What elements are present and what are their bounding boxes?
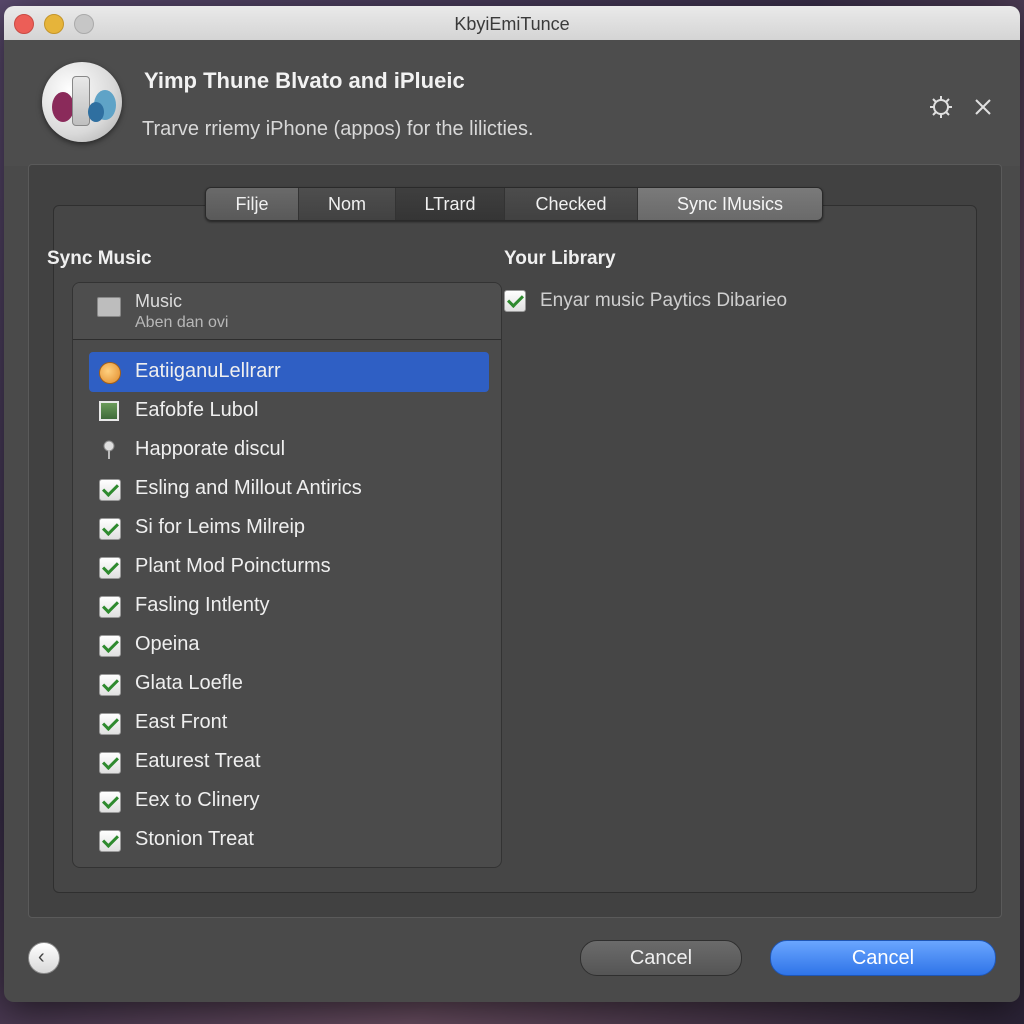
sync-window: KbyiEmiTunce Yimp Thune Blvato and iPlue… <box>4 6 1020 1002</box>
list-item[interactable]: Fasling Intlenty <box>89 586 489 626</box>
checkbox[interactable] <box>99 635 121 657</box>
list-item-label: Eafobfe Lubol <box>135 399 259 421</box>
list-item[interactable]: Plant Mod Poincturms <box>89 547 489 587</box>
checkbox[interactable] <box>99 596 121 618</box>
library-option[interactable]: Enyar music Paytics Dibarieo <box>504 288 904 316</box>
list-item[interactable]: Glata Loefle <box>89 664 489 704</box>
dialog-subtitle: Trarve rriemy iPhone (appos) for the lil… <box>142 118 534 140</box>
list-item-label: Plant Mod Poincturms <box>135 555 331 577</box>
list-item-label: Opeina <box>135 633 200 655</box>
title-bar: KbyiEmiTunce <box>4 6 1020 41</box>
list-item-label: Glata Loefle <box>135 672 243 694</box>
list-item[interactable]: Happorate discul <box>89 430 489 470</box>
list-item[interactable]: Eafobfe Lubol <box>89 391 489 431</box>
list-item[interactable]: Eex to Clinery <box>89 781 489 821</box>
dialog-title: Yimp Thune Blvato and iPlueic <box>144 68 465 93</box>
list-item-label: Si for Leims Milreip <box>135 516 306 538</box>
list-item[interactable]: East Front <box>89 703 489 743</box>
list-item-label: Esling and Millout Antirics <box>135 477 362 499</box>
list-item-label: Eex to Clinery <box>135 789 260 811</box>
list-item[interactable]: Esling and Millout Antirics <box>89 469 489 509</box>
checkbox[interactable] <box>99 557 121 579</box>
checkbox[interactable] <box>99 479 121 501</box>
tab-file[interactable]: Filje <box>206 188 299 220</box>
your-library-heading: Your Library <box>504 248 616 269</box>
list-item[interactable]: Si for Leims Milreip <box>89 508 489 548</box>
window-title: KbyiEmiTunce <box>454 14 570 34</box>
cancel-button[interactable]: Cancel <box>580 940 742 976</box>
sync-music-heading: Sync Music <box>47 248 152 269</box>
list-header: Music Aben dan ovi <box>73 283 501 340</box>
list-item-label: EatiiganuLellrarr <box>135 360 281 382</box>
music-list[interactable]: Music Aben dan ovi EatiiganuLellrarr Eaf… <box>72 282 502 868</box>
tab-sync-musics[interactable]: Sync IMusics <box>638 188 822 220</box>
list-item[interactable]: Stonion Treat <box>89 820 489 860</box>
list-header-label: Music <box>135 291 183 311</box>
tab-nom[interactable]: Nom <box>299 188 396 220</box>
tab-bar: Filje Nom LTrard Checked Sync IMusics <box>205 187 823 221</box>
checkbox[interactable] <box>99 674 121 696</box>
library-option-label: Enyar music Paytics Dibarieo <box>540 290 788 311</box>
checkbox[interactable] <box>99 752 121 774</box>
list-item[interactable]: Opeina <box>89 625 489 665</box>
back-button[interactable]: ‹ <box>28 942 60 974</box>
music-folder-icon <box>97 297 121 317</box>
checkbox[interactable] <box>99 830 121 852</box>
photo-icon <box>99 401 119 421</box>
gear-icon[interactable] <box>928 94 954 120</box>
list-item-label: Happorate discul <box>135 438 286 460</box>
list-item[interactable]: Eaturest Treat <box>89 742 489 782</box>
list-item-label: Eaturest Treat <box>135 750 261 772</box>
chevron-left-icon: ‹ <box>38 946 45 968</box>
list-item-label: East Front <box>135 711 228 733</box>
tab-ltrard[interactable]: LTrard <box>396 188 505 220</box>
checkbox[interactable] <box>504 290 526 312</box>
checkbox[interactable] <box>99 791 121 813</box>
orange-circle-icon <box>99 362 121 384</box>
close-icon[interactable] <box>970 94 996 120</box>
pin-icon <box>99 440 119 460</box>
checkbox[interactable] <box>99 518 121 540</box>
list-item-label: Fasling Intlenty <box>135 594 270 616</box>
dialog-header: Yimp Thune Blvato and iPlueic Trarve rri… <box>4 40 1020 166</box>
list-header-sublabel: Aben dan ovi <box>135 314 229 331</box>
list-item[interactable]: EatiiganuLellrarr <box>89 352 489 392</box>
primary-cancel-button[interactable]: Cancel <box>770 940 996 976</box>
list-item-label: Stonion Treat <box>135 828 254 850</box>
app-icon <box>42 62 122 142</box>
checkbox[interactable] <box>99 713 121 735</box>
tab-checked[interactable]: Checked <box>505 188 638 220</box>
